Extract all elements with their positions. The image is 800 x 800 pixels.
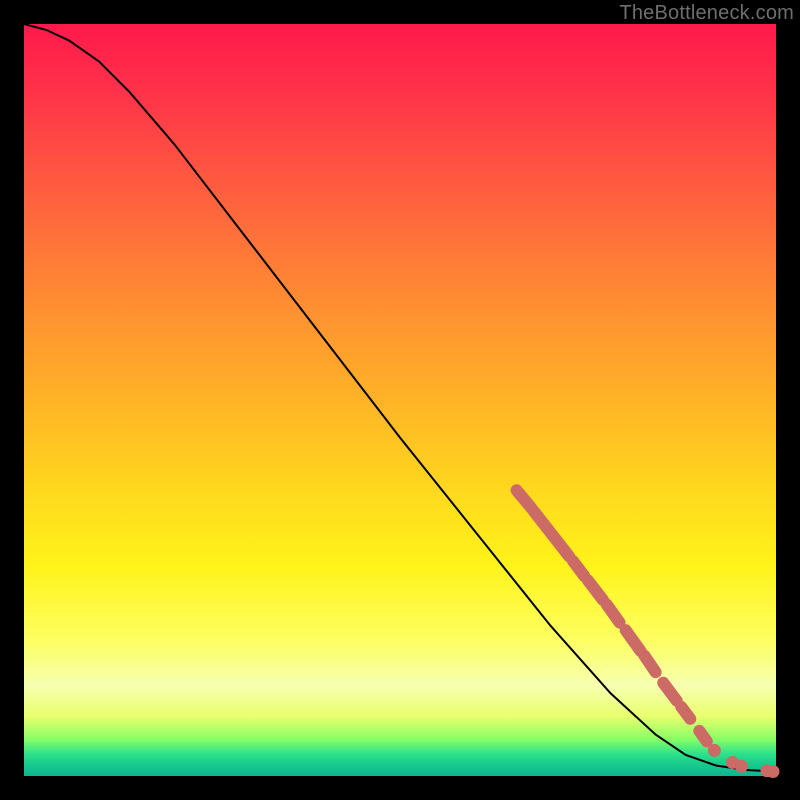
marker-group xyxy=(517,490,780,778)
marker-segment xyxy=(644,656,655,673)
watermark-text: TheBottleneck.com xyxy=(619,2,794,25)
marker-segment xyxy=(681,707,690,719)
marker-segment xyxy=(534,511,569,556)
bottleneck-curve xyxy=(24,24,776,771)
marker-dot xyxy=(708,744,721,757)
marker-segment xyxy=(699,731,707,742)
marker-segment xyxy=(663,683,677,701)
plot-overlay xyxy=(24,24,776,776)
plot-area xyxy=(24,24,776,776)
marker-dot xyxy=(766,765,779,778)
marker-segment xyxy=(607,605,620,623)
marker-segment xyxy=(517,490,532,508)
marker-segment xyxy=(573,561,584,576)
marker-segment xyxy=(626,630,641,651)
chart-stage: TheBottleneck.com xyxy=(0,0,800,800)
marker-segment xyxy=(588,580,603,600)
marker-dot xyxy=(735,760,748,773)
